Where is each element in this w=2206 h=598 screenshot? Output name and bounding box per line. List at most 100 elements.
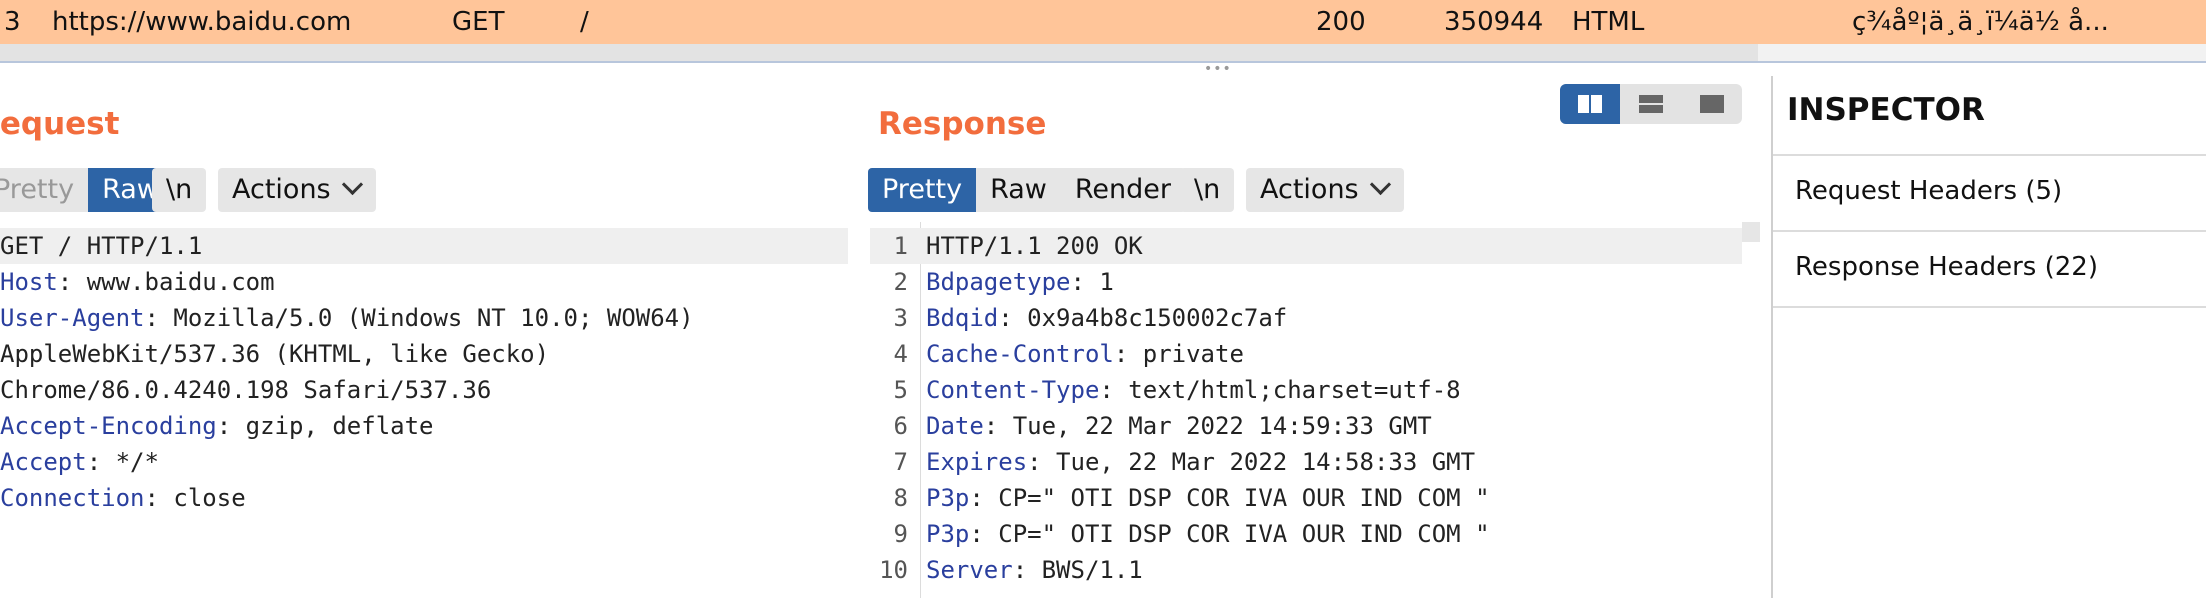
inspector-request-headers[interactable]: Request Headers (5) [1773, 154, 2206, 230]
header-name: Date [926, 412, 984, 440]
request-line: Accept-Encoding: gzip, deflate [0, 408, 848, 444]
header-name: P3p [926, 484, 970, 512]
line-number: 5 [893, 376, 908, 404]
header-name: P3p [926, 520, 970, 548]
request-title: Request [0, 106, 120, 142]
layout-stacked-button[interactable] [1621, 84, 1681, 124]
header-name: Server [926, 556, 1013, 584]
header-name: Content-Type [926, 376, 1100, 404]
request-line: GET / HTTP/1.1 [0, 228, 848, 264]
request-line: Chrome/86.0.4240.198 Safari/537.36 [0, 372, 848, 408]
response-title: Response [878, 106, 1047, 142]
history-mime: HTML [1572, 7, 1645, 37]
request-editor[interactable]: GET / HTTP/1.1 Host: www.baidu.com User-Ag… [0, 228, 848, 516]
chevron-down-icon [1369, 173, 1391, 196]
request-line: Connection: close [0, 480, 848, 516]
header-name: Bdpagetype [926, 268, 1071, 296]
inspector-request-headers-label: Request Headers (5) [1795, 176, 2063, 206]
response-line: 3 Bdqid: 0x9a4b8c150002c7af [870, 300, 1742, 336]
header-name: Connection [0, 484, 145, 512]
response-line: 1 HTTP/1.1 200 OK [870, 228, 1742, 264]
header-name: Accept-Encoding [0, 412, 217, 440]
request-actions-label: Actions [232, 174, 331, 205]
header-value: : CP=" OTI DSP COR IVA OUR IND COM " [969, 520, 1490, 548]
inspector-response-headers-label: Response Headers (22) [1795, 252, 2098, 282]
response-line: 9 P3p: CP=" OTI DSP COR IVA OUR IND COM " [870, 516, 1742, 552]
scrollbar-track [1758, 44, 2206, 62]
inspector-title: INSPECTOR [1787, 92, 1985, 128]
header-value: : Mozilla/5.0 (Windows NT 10.0; WOW64) [144, 304, 694, 332]
header-value: : Tue, 22 Mar 2022 14:58:33 GMT [1027, 448, 1476, 476]
line-number: 6 [893, 412, 908, 440]
header-value: : 1 [1070, 268, 1114, 296]
response-line: 7 Expires: Tue, 22 Mar 2022 14:58:33 GMT [870, 444, 1742, 480]
response-view-tabs: Pretty Raw Render [868, 168, 1185, 212]
line-number: 9 [893, 520, 908, 548]
response-actions-button[interactable]: Actions [1246, 168, 1404, 212]
header-value: : CP=" OTI DSP COR IVA OUR IND COM " [969, 484, 1490, 512]
request-actions-button[interactable]: Actions [218, 168, 376, 212]
request-view-tabs: Pretty Raw [0, 168, 173, 212]
header-value: : */* [86, 448, 159, 476]
history-row-selected[interactable]: 3 https://www.baidu.com GET / 200 350944… [0, 0, 2206, 44]
response-tab-render[interactable]: Render [1060, 168, 1185, 212]
response-line: 8 P3p: CP=" OTI DSP COR IVA OUR IND COM " [870, 480, 1742, 516]
header-value: : www.baidu.com [57, 268, 275, 296]
request-line: HTTP/1.1 200 OK [926, 232, 1143, 260]
response-line: 6 Date: Tue, 22 Mar 2022 14:59:33 GMT [870, 408, 1742, 444]
header-name: User-Agent [0, 304, 145, 332]
inspector-response-headers[interactable]: Response Headers (22) [1773, 230, 2206, 308]
line-number: 2 [893, 268, 908, 296]
response-line: 10 Server: BWS/1.1 [870, 552, 1742, 588]
response-actions-label: Actions [1260, 174, 1359, 205]
split-divider[interactable] [0, 61, 2206, 63]
request-tab-pretty[interactable]: Pretty [0, 168, 89, 212]
history-host: https://www.baidu.com [52, 7, 352, 37]
header-name: Cache-Control [926, 340, 1114, 368]
header-name: Accept [0, 448, 87, 476]
line-number: 4 [893, 340, 908, 368]
header-value: : text/html;charset=utf-8 [1099, 376, 1461, 404]
history-title: ç¾åº¦ä¸ä¸ï¼ä½ å... [1852, 7, 2109, 37]
request-newline-toggle[interactable]: \n [152, 168, 207, 212]
header-value: : private [1113, 340, 1244, 368]
request-line: Chrome/86.0.4240.198 Safari/537.36 [0, 376, 492, 404]
header-name: Host [0, 268, 58, 296]
header-name: Expires [926, 448, 1028, 476]
single-pane-icon [1700, 95, 1724, 113]
request-line: AppleWebKit/537.36 (KHTML, like Gecko) [0, 336, 848, 372]
header-value: : close [144, 484, 246, 512]
drag-handle-icon[interactable]: ••• [1204, 62, 1232, 76]
inspector-panel: INSPECTOR Request Headers (5) Response H… [1771, 76, 2206, 598]
header-value: : 0x9a4b8c150002c7af [998, 304, 1288, 332]
request-line: Host: www.baidu.com [0, 264, 848, 300]
header-value: : Tue, 22 Mar 2022 14:59:33 GMT [983, 412, 1432, 440]
header-value: : BWS/1.1 [1012, 556, 1143, 584]
line-number: 7 [893, 448, 908, 476]
history-status: 200 [1316, 7, 1366, 37]
response-newline-toggle[interactable]: \n [1180, 168, 1235, 212]
rows-icon [1639, 95, 1663, 113]
line-number: 1 [893, 232, 908, 260]
layout-toggle-group [1560, 84, 1742, 124]
response-line: 4 Cache-Control: private [870, 336, 1742, 372]
history-url: / [580, 7, 589, 37]
history-id: 3 [4, 7, 21, 37]
columns-icon [1578, 95, 1602, 113]
horizontal-scrollbar[interactable] [0, 44, 1758, 62]
response-tab-pretty[interactable]: Pretty [868, 168, 977, 212]
layout-single-button[interactable] [1682, 84, 1742, 124]
vertical-scrollbar[interactable] [1742, 222, 1760, 242]
layout-side-by-side-button[interactable] [1560, 84, 1620, 124]
request-line: GET / HTTP/1.1 [0, 232, 203, 260]
request-line: User-Agent: Mozilla/5.0 (Windows NT 10.0… [0, 300, 848, 336]
response-line: 2 Bdpagetype: 1 [870, 264, 1742, 300]
line-number: 10 [879, 556, 908, 584]
history-method: GET [452, 7, 505, 37]
response-editor[interactable]: 1 HTTP/1.1 200 OK 2 Bdpagetype: 1 3 Bdqid: 0x… [870, 228, 1742, 588]
line-number: 8 [893, 484, 908, 512]
response-tab-raw[interactable]: Raw [976, 168, 1061, 212]
request-line: Accept: */* [0, 444, 848, 480]
header-value: : gzip, deflate [216, 412, 434, 440]
response-line: 5 Content-Type: text/html;charset=utf-8 [870, 372, 1742, 408]
